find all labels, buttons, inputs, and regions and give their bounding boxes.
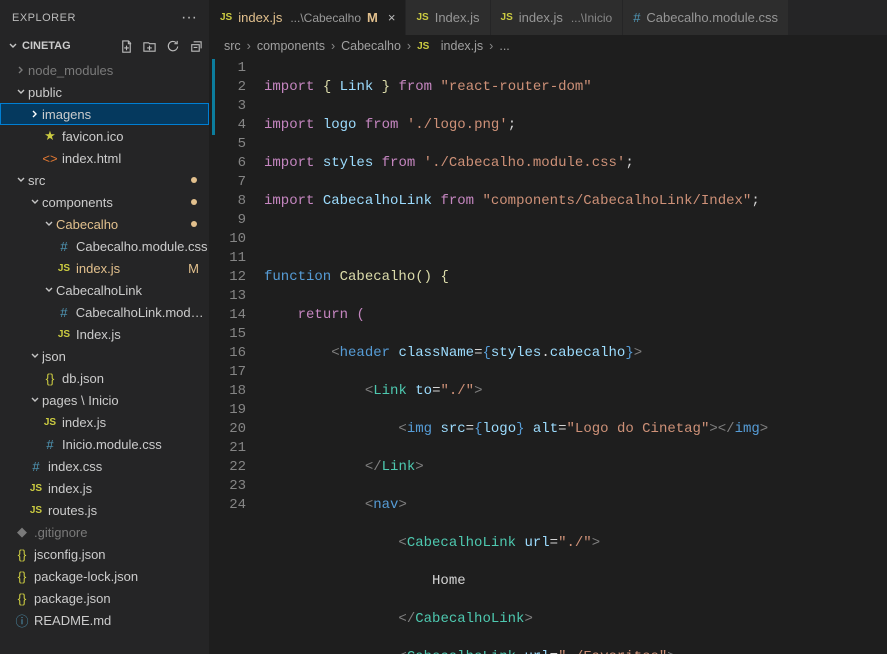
chevron-down-icon [28, 196, 42, 208]
new-folder-icon[interactable] [142, 39, 157, 54]
modified-dot-icon [191, 177, 197, 183]
json-icon: {} [42, 371, 58, 386]
code-editor[interactable]: 123456789101112131415161718192021222324 … [210, 57, 887, 654]
chevron-down-icon [6, 40, 20, 52]
git-icon: ◆ [14, 524, 30, 540]
tree-packagejson[interactable]: {} package.json [0, 587, 209, 609]
line-number-gutter: 123456789101112131415161718192021222324 [210, 57, 264, 654]
css-icon: # [56, 305, 72, 320]
breadcrumb-index[interactable]: JS index.js [417, 39, 483, 53]
code-content[interactable]: import { Link } from "react-router-dom" … [264, 57, 887, 654]
tree-favicon[interactable]: ★ favicon.ico [0, 125, 209, 147]
tab-cabecalho-index[interactable]: JS index.js ...\Cabecalho M × [210, 0, 406, 35]
json-icon: {} [14, 569, 30, 584]
tree-public[interactable]: public [0, 81, 209, 103]
css-icon: # [633, 10, 640, 25]
chevron-right-icon [14, 64, 28, 76]
breadcrumb: src › components › Cabecalho › JS index.… [210, 35, 887, 57]
chevron-down-icon [42, 218, 56, 230]
breadcrumb-src[interactable]: src [224, 39, 241, 53]
project-header[interactable]: CINETAG [0, 35, 209, 57]
tree-src[interactable]: src [0, 169, 209, 191]
js-icon: JS [220, 12, 232, 23]
tree-cabecalho-css[interactable]: # Cabecalho.module.css [0, 235, 209, 257]
js-icon: JS [417, 41, 429, 52]
project-name: CINETAG [22, 40, 71, 52]
css-icon: # [42, 437, 58, 452]
sidebar-header: EXPLORER ··· [0, 0, 209, 35]
tree-index-css[interactable]: # index.css [0, 455, 209, 477]
project-actions [119, 39, 203, 54]
breadcrumb-cabecalho[interactable]: Cabecalho [341, 39, 401, 53]
tree-dbjson[interactable]: {} db.json [0, 367, 209, 389]
tree-routes[interactable]: JS routes.js [0, 499, 209, 521]
tree-imagens[interactable]: imagens [0, 103, 209, 125]
chevron-right-icon: › [247, 39, 251, 53]
js-icon: JS [501, 12, 513, 23]
close-icon[interactable]: × [388, 10, 396, 25]
modified-badge: M [188, 261, 199, 276]
tree-inicio-index[interactable]: JS index.js [0, 411, 209, 433]
js-icon: JS [56, 329, 72, 340]
html-icon: <> [42, 151, 58, 166]
json-icon: {} [14, 547, 30, 562]
js-icon: JS [28, 505, 44, 516]
tree-cabecalho[interactable]: Cabecalho [0, 213, 209, 235]
refresh-icon[interactable] [165, 39, 180, 54]
tree-src-index[interactable]: JS index.js [0, 477, 209, 499]
editor-area: JS index.js ...\Cabecalho M × JS Index.j… [210, 0, 887, 654]
collapse-all-icon[interactable] [188, 39, 203, 54]
tree-index-html[interactable]: <> index.html [0, 147, 209, 169]
js-icon: JS [28, 483, 44, 494]
chevron-down-icon [14, 86, 28, 98]
tree-json[interactable]: json [0, 345, 209, 367]
css-icon: # [56, 239, 72, 254]
json-icon: {} [14, 591, 30, 606]
explorer-sidebar: EXPLORER ··· CINETAG node_modules public… [0, 0, 210, 654]
tree-components[interactable]: components [0, 191, 209, 213]
file-tree: node_modules public imagens ★ favicon.ic… [0, 57, 209, 654]
breadcrumb-more[interactable]: ... [499, 39, 509, 53]
js-icon: JS [416, 12, 428, 23]
tree-gitignore[interactable]: ◆ .gitignore [0, 521, 209, 543]
tree-pages-inicio[interactable]: pages \ Inicio [0, 389, 209, 411]
tab-indexjs[interactable]: JS Index.js [406, 0, 490, 35]
chevron-right-icon: › [489, 39, 493, 53]
tree-cabecalho-index[interactable]: JS index.js M [0, 257, 209, 279]
tree-cabecalholink-index[interactable]: JS Index.js [0, 323, 209, 345]
tree-cabecalholink[interactable]: CabecalhoLink [0, 279, 209, 301]
tree-inicio-css[interactable]: # Inicio.module.css [0, 433, 209, 455]
js-icon: JS [56, 263, 72, 274]
chevron-right-icon: › [407, 39, 411, 53]
tree-cabecalholink-css[interactable]: # CabecalhoLink.modul... [0, 301, 209, 323]
chevron-down-icon [28, 350, 42, 362]
modified-dot-icon [191, 199, 197, 205]
modified-dot-icon [191, 221, 197, 227]
chevron-right-icon [28, 108, 42, 120]
chevron-down-icon [28, 394, 42, 406]
diff-marker [212, 59, 215, 135]
tab-cabecalho-css[interactable]: # Cabecalho.module.css [623, 0, 789, 35]
star-icon: ★ [42, 128, 58, 144]
explorer-title: EXPLORER [12, 12, 76, 24]
js-icon: JS [42, 417, 58, 428]
sidebar-more-icon[interactable]: ··· [181, 9, 197, 27]
info-icon: ⓘ [14, 611, 30, 630]
tree-readme[interactable]: ⓘ README.md [0, 609, 209, 631]
chevron-right-icon: › [331, 39, 335, 53]
tree-jsconfig[interactable]: {} jsconfig.json [0, 543, 209, 565]
tree-node-modules[interactable]: node_modules [0, 59, 209, 81]
tab-bar: JS index.js ...\Cabecalho M × JS Index.j… [210, 0, 887, 35]
tab-inicio-index[interactable]: JS index.js ...\Inicio [491, 0, 624, 35]
tree-packagelock[interactable]: {} package-lock.json [0, 565, 209, 587]
new-file-icon[interactable] [119, 39, 134, 54]
css-icon: # [28, 459, 44, 474]
breadcrumb-components[interactable]: components [257, 39, 325, 53]
chevron-down-icon [42, 284, 56, 296]
chevron-down-icon [14, 174, 28, 186]
